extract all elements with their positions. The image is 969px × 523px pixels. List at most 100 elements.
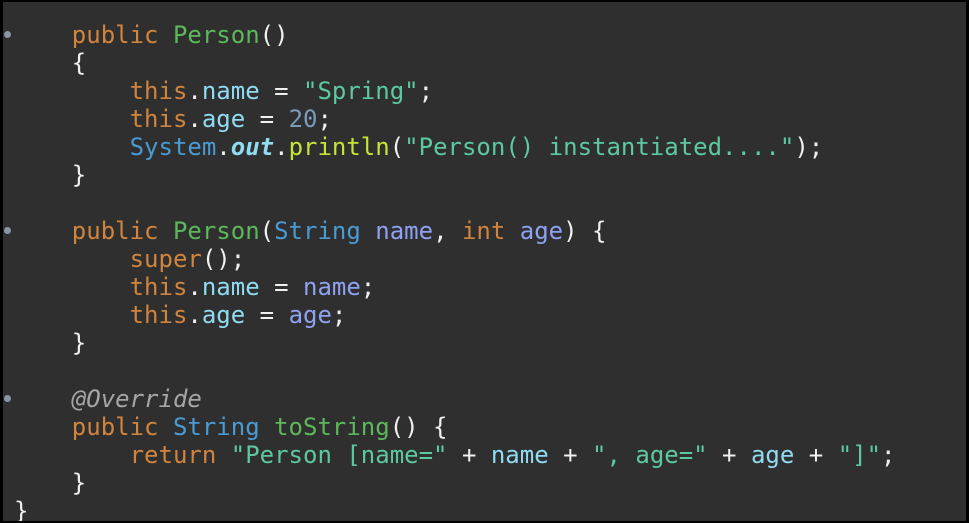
code-token-plain: } — [14, 469, 87, 497]
code-line: System.out.println("Person() instantiate… — [14, 133, 824, 161]
code-token-plain: + — [794, 441, 838, 469]
code-line: this.name = name; — [14, 273, 376, 301]
code-token-kw: public — [71, 217, 159, 245]
code-token-plain: . — [274, 133, 289, 161]
code-line: this.name = "Spring"; — [14, 77, 433, 105]
code-token-plain: = — [245, 105, 289, 133]
code-line: { — [14, 49, 86, 77]
code-token-param: age — [288, 301, 332, 329]
code-token-str: "]" — [837, 441, 882, 469]
code-token-method: println — [288, 133, 390, 161]
code-token-plain: (); — [201, 245, 246, 273]
code-token-kw: public — [71, 21, 159, 49]
code-token-plain: . — [216, 133, 231, 161]
code-token-plain: = — [245, 301, 289, 329]
code-token-field: name — [201, 77, 260, 105]
code-token-field: name — [201, 273, 260, 301]
code-line: this.age = 20; — [14, 105, 332, 133]
code-token-kw: this — [129, 105, 188, 133]
code-token-plain: . — [187, 105, 202, 133]
code-token-plain: , — [433, 217, 462, 245]
code-token-plain: () { — [389, 413, 448, 441]
code-token-num: 20 — [288, 105, 318, 133]
code-token-plain: + — [447, 441, 491, 469]
code-token-plain: . — [187, 77, 202, 105]
code-token-plain: ; — [418, 77, 434, 105]
code-token-plain: ( — [259, 217, 275, 245]
code-token-kw: this — [129, 301, 188, 329]
code-token-kw: int — [461, 217, 506, 245]
code-token-param: name — [303, 273, 361, 301]
code-line: public Person(String name, int age) { — [14, 217, 607, 245]
code-token-plain: ; — [881, 441, 896, 469]
code-line: public String toString() { — [14, 413, 448, 441]
code-token-plain: () — [259, 21, 289, 49]
code-token-field: name — [490, 441, 549, 469]
code-token-plain: . — [187, 301, 202, 329]
code-token-type: Person — [172, 217, 260, 245]
code-token-plain: } — [14, 329, 87, 357]
code-token-type: toString — [274, 413, 390, 441]
code-token-str: "Spring" — [303, 77, 419, 105]
code-line: public Person() — [14, 21, 289, 49]
code-line: } — [14, 497, 28, 521]
code-line: super(); — [14, 245, 246, 273]
code-token-plain: = — [259, 77, 303, 105]
code-token-str: "Person() instantiated...." — [404, 133, 795, 161]
code-token-ann: @Override — [71, 385, 202, 413]
code-token-param: name — [375, 217, 434, 245]
code-editor[interactable]: public Person() { this.name = "Spring"; … — [3, 2, 966, 521]
code-line: } — [14, 469, 86, 497]
code-token-kw: public — [71, 413, 159, 441]
code-token-str: "Person [name=" — [230, 441, 448, 469]
code-token-field: age — [201, 301, 246, 329]
code-line: } — [14, 161, 86, 189]
code-line: return "Person [name=" + name + ", age="… — [14, 441, 896, 469]
code-token-plain: = — [259, 273, 303, 301]
code-token-plain: ; — [331, 301, 347, 329]
code-line: } — [14, 329, 86, 357]
code-token-kw: return — [129, 441, 217, 469]
code-token-plain: { — [14, 49, 87, 77]
code-token-field: age — [201, 105, 246, 133]
code-token-plain: ) { — [563, 217, 607, 245]
code-token-plain: + — [548, 441, 593, 469]
code-token-kw: super — [129, 245, 202, 273]
code-token-plain: . — [187, 273, 202, 301]
code-token-param: age — [519, 217, 564, 245]
code-token-kw: this — [129, 273, 188, 301]
fold-toggle-icon[interactable] — [4, 395, 11, 402]
code-token-plain: } — [14, 497, 29, 521]
code-token-plain: ( — [389, 133, 405, 161]
code-token-cls: String — [274, 217, 361, 245]
code-token-cls: String — [172, 413, 260, 441]
fold-toggle-icon[interactable] — [4, 31, 11, 38]
code-token-plain: ); — [794, 133, 824, 161]
code-token-plain: } — [14, 161, 87, 189]
code-token-cls: System — [129, 133, 217, 161]
fold-toggle-icon[interactable] — [4, 227, 11, 234]
code-token-type: Person — [172, 21, 260, 49]
code-token-str: ", age=" — [592, 441, 708, 469]
code-line: this.age = age; — [14, 301, 347, 329]
code-token-plain: ; — [360, 273, 376, 301]
code-token-static: out — [230, 133, 275, 161]
code-token-plain: + — [707, 441, 751, 469]
code-token-plain: ; — [317, 105, 332, 133]
